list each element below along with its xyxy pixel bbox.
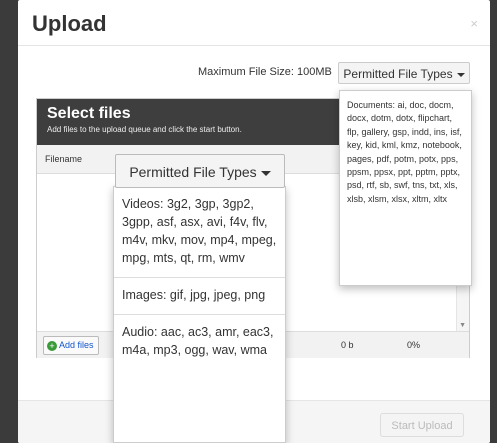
- audio-types: Audio: aac, ac3, amr, eac3, m4a, mp3, og…: [122, 325, 274, 357]
- permitted-file-types-dropdown: Videos: 3g2, 3gp, 3gp2, 3gpp, asf, asx, …: [113, 186, 286, 443]
- add-files-button[interactable]: + Add files: [43, 336, 99, 355]
- caret-down-icon: [456, 72, 465, 77]
- image-types: Images: gif, jpg, jpeg, png: [114, 278, 285, 315]
- permitted-file-types-button[interactable]: Permitted File Types: [115, 154, 285, 188]
- uploader-subtitle: Add files to the upload queue and click …: [47, 125, 242, 134]
- permitted-file-types-label: Permitted File Types: [343, 67, 453, 81]
- permitted-file-types-button-top[interactable]: Permitted File Types: [338, 62, 470, 84]
- permitted-file-types-label: Permitted File Types: [129, 164, 257, 180]
- modal-title: Upload: [32, 11, 107, 36]
- total-percent: 0%: [407, 340, 421, 350]
- caret-down-icon: [260, 170, 271, 176]
- video-types: Videos: 3g2, 3gp, 3gp2, 3gpp, asf, asx, …: [114, 187, 285, 278]
- documents-types: Documents: ai, doc, docm, docx, dotm, do…: [347, 100, 462, 204]
- start-upload-button[interactable]: Start Upload: [380, 413, 464, 437]
- close-icon[interactable]: ×: [470, 16, 478, 31]
- column-filename: Filename: [45, 154, 83, 164]
- total-size: 0 b: [341, 340, 354, 350]
- plus-circle-icon: +: [47, 341, 57, 351]
- permitted-file-types-dropdown-top: Documents: ai, doc, docm, docx, dotm, do…: [339, 90, 472, 286]
- uploader-title: Select files: [47, 105, 131, 122]
- scroll-down-icon[interactable]: ▼: [459, 322, 466, 329]
- max-file-size-label: Maximum File Size: 100MB: [198, 66, 332, 78]
- modal-header: Upload ×: [18, 0, 490, 46]
- add-files-label: Add files: [59, 340, 94, 350]
